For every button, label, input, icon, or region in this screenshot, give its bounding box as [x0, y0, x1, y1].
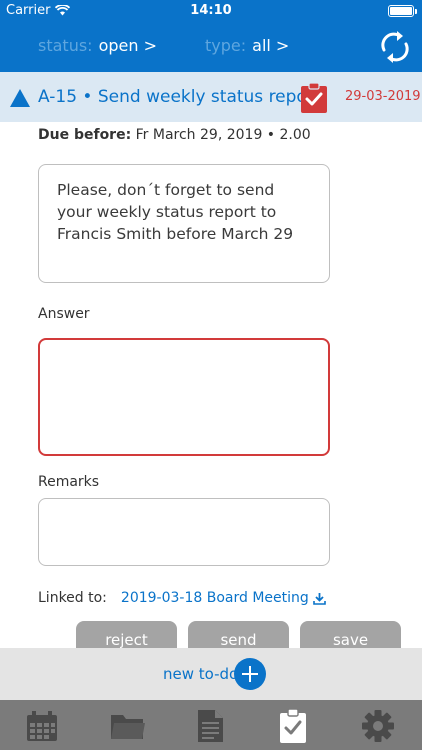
send-button[interactable]: send — [188, 621, 289, 651]
remarks-label: Remarks — [38, 474, 100, 490]
gear-icon — [362, 710, 394, 742]
status-bar: Carrier 14:10 — [0, 0, 422, 22]
tab-folder[interactable] — [108, 708, 148, 744]
tab-settings[interactable] — [358, 708, 398, 744]
answer-input[interactable] — [38, 338, 330, 456]
type-filter-value: all > — [252, 36, 290, 55]
answer-label: Answer — [38, 306, 90, 322]
linked-row: Linked to: 2019-03-18 Board Meeting — [38, 590, 326, 606]
task-date: 29-03-2019 — [345, 89, 421, 104]
clock: 14:10 — [190, 3, 232, 18]
type-filter-key: type: — [205, 36, 247, 55]
tab-todos[interactable] — [273, 708, 313, 744]
type-filter[interactable]: type: all > — [205, 36, 289, 55]
task-description: Please, don´t forget to send your weekly… — [38, 164, 330, 283]
task-header: A-15 • Send weekly status report 29-03-2… — [0, 72, 422, 122]
tab-bar — [0, 700, 422, 750]
due-label: Due before: — [38, 127, 132, 143]
new-todo-bar[interactable]: new to-do — [0, 648, 422, 700]
tab-calendar[interactable] — [22, 708, 62, 744]
status-filter-value: open > — [98, 36, 157, 55]
document-icon — [198, 710, 223, 742]
filter-bar: status: open > type: all > — [0, 22, 422, 72]
refresh-icon[interactable] — [378, 28, 412, 66]
folder-icon — [111, 715, 145, 739]
linked-label: Linked to: — [38, 590, 107, 606]
download-icon — [312, 592, 326, 605]
due-value: Fr March 29, 2019 • 2.00 — [135, 127, 311, 143]
due-line: Due before: Fr March 29, 2019 • 2.00 — [38, 127, 311, 143]
task-title: A-15 • Send weekly status report — [38, 87, 321, 107]
priority-icon — [10, 89, 30, 107]
tab-document[interactable] — [190, 708, 230, 744]
clipboard-check-icon — [280, 708, 306, 743]
status-filter[interactable]: status: open > — [38, 36, 157, 55]
new-todo-label: new to-do — [163, 665, 239, 683]
plus-icon[interactable] — [234, 658, 266, 690]
clipboard-check-icon — [301, 82, 327, 113]
linked-meeting-link[interactable]: 2019-03-18 Board Meeting — [121, 590, 326, 606]
remarks-input[interactable] — [38, 498, 330, 566]
linked-meeting-text: 2019-03-18 Board Meeting — [120, 590, 309, 606]
reject-button[interactable]: reject — [76, 621, 177, 651]
status-filter-key: status: — [38, 36, 93, 55]
calendar-icon — [27, 711, 57, 741]
battery-icon — [388, 5, 417, 17]
save-button[interactable]: save — [300, 621, 401, 651]
